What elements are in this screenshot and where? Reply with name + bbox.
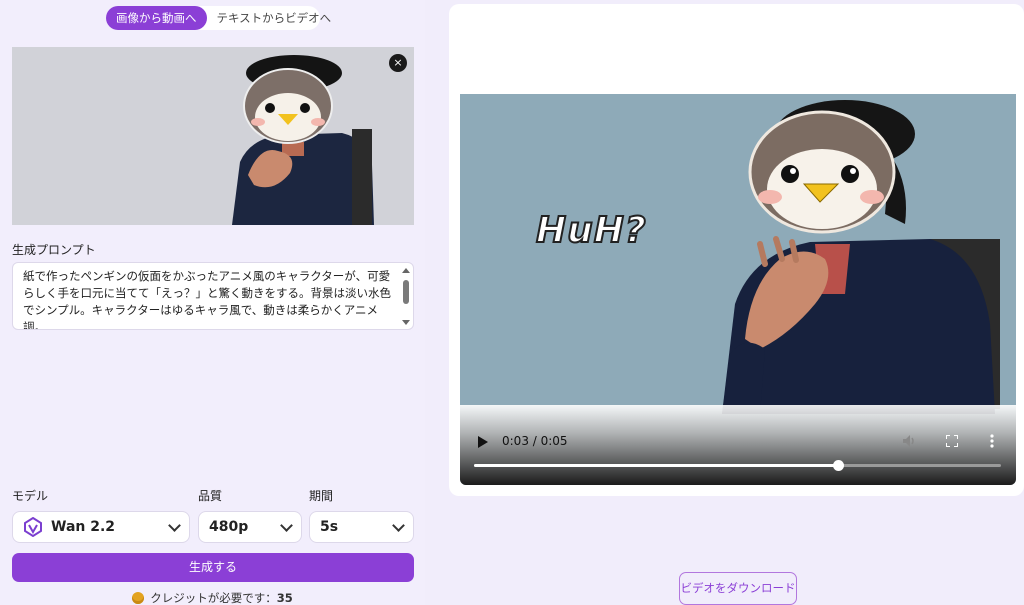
chevron-down-icon: [280, 519, 293, 532]
model-select[interactable]: Wan 2.2: [12, 511, 190, 543]
chevron-down-icon: [168, 519, 181, 532]
video-progress-knob[interactable]: [832, 460, 844, 471]
credits-amount: 35: [276, 591, 293, 605]
fullscreen-icon[interactable]: [946, 435, 958, 447]
model-logo-icon: [24, 517, 42, 537]
scroll-down-icon[interactable]: [402, 320, 410, 325]
credits-info: クレジットが必要です：35: [0, 590, 425, 605]
duration-select[interactable]: 5s: [309, 511, 414, 543]
video-player[interactable]: HuH? 0:03 / 0:05: [460, 94, 1016, 485]
prompt-scrollbar[interactable]: [401, 265, 411, 327]
quality-label: 品質: [198, 489, 223, 503]
duration-label: 期間: [309, 489, 334, 503]
credits-text: クレジットが必要です：: [150, 591, 277, 605]
model-label: モデル: [12, 489, 49, 503]
coin-icon: [132, 592, 145, 604]
download-video-button[interactable]: ビデオをダウンロード: [679, 572, 797, 605]
duration-value: 5s: [320, 519, 339, 535]
remove-image-button[interactable]: ×: [389, 54, 407, 72]
tab-text-to-video[interactable]: テキストからビデオへ: [207, 6, 342, 30]
quality-select[interactable]: 480p: [198, 511, 302, 543]
uploaded-image-preview: ×: [12, 47, 414, 225]
video-progress-fill: [474, 464, 838, 467]
more-options-icon[interactable]: [990, 434, 994, 448]
play-icon[interactable]: [478, 436, 488, 448]
left-panel: 画像から動画へ テキストからビデオへ × 生成プロンプト 紙で作ったペンギンの仮…: [0, 0, 425, 605]
video-controls: 0:03 / 0:05: [460, 405, 1016, 485]
video-time: 0:03 / 0:05: [502, 434, 568, 448]
model-value: Wan 2.2: [51, 519, 116, 535]
video-overlay-text: HuH?: [535, 209, 647, 252]
mode-toggle: 画像から動画へ テキストからビデオへ: [106, 6, 331, 30]
prompt-textarea[interactable]: 紙で作ったペンギンの仮面をかぶったアニメ風のキャラクターが、可愛らしく手を口元に…: [12, 262, 414, 330]
scroll-thumb[interactable]: [403, 280, 409, 304]
tab-image-to-video[interactable]: 画像から動画へ: [106, 6, 207, 30]
chevron-down-icon: [392, 519, 405, 532]
prompt-label: 生成プロンプト: [12, 243, 96, 257]
uploaded-image: [232, 55, 374, 225]
quality-value: 480p: [209, 519, 249, 535]
scroll-up-icon[interactable]: [402, 268, 410, 273]
generate-button[interactable]: 生成する: [12, 553, 414, 582]
volume-icon[interactable]: [902, 434, 916, 448]
video-progress-bar[interactable]: [474, 460, 1001, 471]
close-icon: ×: [393, 56, 403, 69]
prompt-text: 紙で作ったペンギンの仮面をかぶったアニメ風のキャラクターが、可愛らしく手を口元に…: [23, 269, 391, 330]
